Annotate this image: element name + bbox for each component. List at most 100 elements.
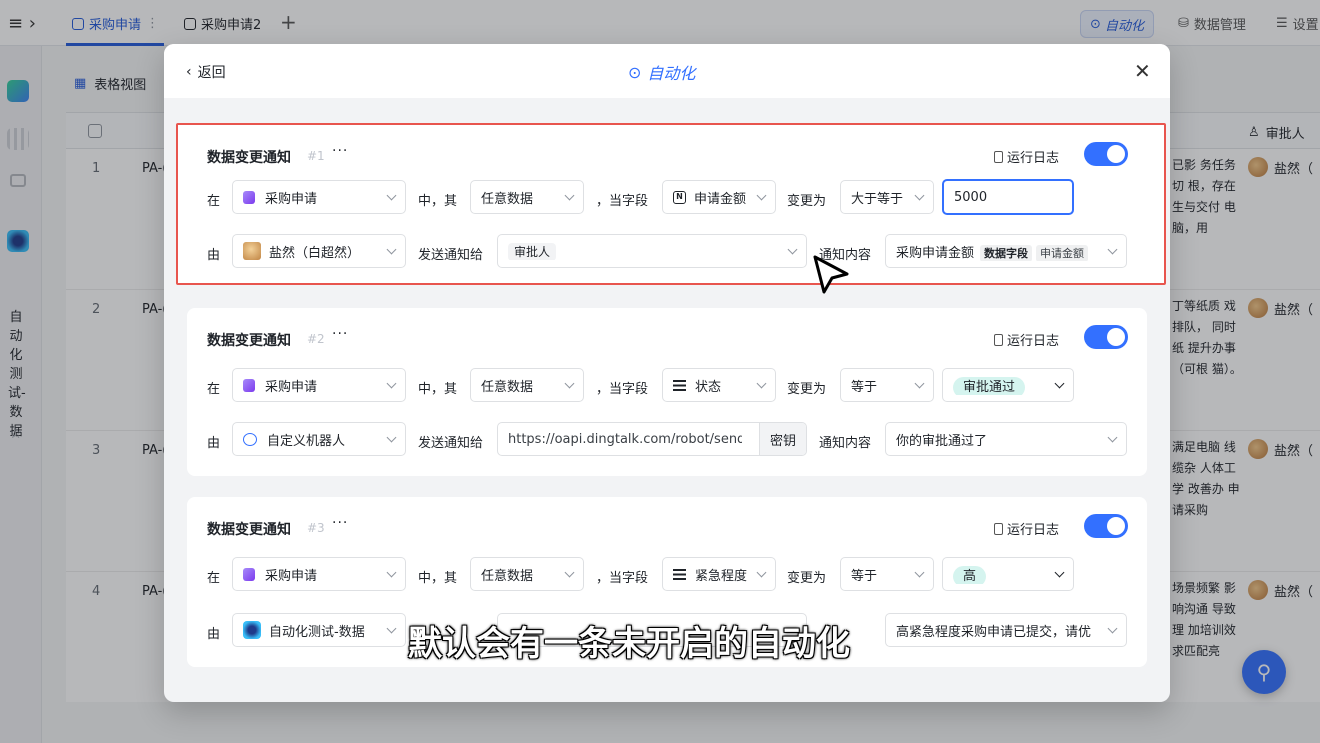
rule-enable-toggle[interactable] [1084, 142, 1128, 166]
app-icon [243, 621, 261, 639]
list-icon [673, 379, 686, 391]
field-label: ，当字段 [596, 382, 649, 397]
chevron-down-icon [756, 567, 767, 577]
by-label: 由 [207, 436, 221, 451]
chevron-down-icon [914, 567, 925, 577]
list-icon [673, 568, 686, 580]
operator-select[interactable]: 等于 [840, 368, 934, 402]
in-label: 在 [207, 194, 221, 209]
chevron-down-icon [564, 378, 575, 388]
modal-header: ‹ 返回 ⊙ 自动化 ✕ [164, 44, 1170, 98]
urgency-option-tag: 高 [953, 565, 987, 584]
chevron-down-icon [386, 623, 397, 633]
automation-icon: ⊙ [628, 62, 642, 82]
more-icon[interactable]: ··· [332, 143, 348, 159]
chevron-down-icon [914, 378, 925, 388]
field-select[interactable]: 状态 [662, 368, 776, 402]
chevron-down-icon [1107, 432, 1118, 442]
mouse-cursor-icon [813, 255, 849, 294]
chevron-left-icon: ‹ [186, 64, 192, 80]
data-field-badge: 数据字段 [980, 244, 1033, 261]
secret-button[interactable]: 密钥 [758, 423, 806, 455]
table-icon [243, 190, 255, 204]
rule-title: 数据变更通知 [207, 522, 291, 538]
table-select[interactable]: 采购申请 [232, 368, 406, 402]
run-log-button[interactable]: 运行日志 [994, 147, 1059, 166]
chevron-down-icon [386, 378, 397, 388]
rule-title: 数据变更通知 [207, 333, 291, 349]
close-icon[interactable]: ✕ [1134, 59, 1151, 83]
modal-title: ⊙ 自动化 [628, 62, 696, 84]
scope-select[interactable]: 任意数据 [470, 368, 584, 402]
table-select[interactable]: 采购申请 [232, 180, 406, 214]
field-label: ，当字段 [596, 194, 649, 209]
mid-label: 中，其 [418, 571, 458, 586]
change-label: 变更为 [787, 194, 827, 209]
automation-modal: ‹ 返回 ⊙ 自动化 ✕ 数据变更通知 #1 ··· 运行日志 在 采购申请 中… [164, 44, 1170, 702]
chevron-down-icon [386, 190, 397, 200]
mid-label: 中，其 [418, 194, 458, 209]
automation-rule-card: 数据变更通知 #2 ··· 运行日志 在 采购申请 中，其 任意数据 ，当字段 … [187, 308, 1147, 476]
run-log-button[interactable]: 运行日志 [994, 519, 1059, 538]
number-field-icon: N [673, 190, 686, 204]
rule-enable-toggle[interactable] [1084, 325, 1128, 349]
chevron-down-icon [564, 567, 575, 577]
chevron-down-icon [756, 378, 767, 388]
sender-select[interactable]: 自动化测试-数据 [232, 613, 406, 647]
back-button[interactable]: ‹ 返回 [186, 62, 226, 82]
scope-select[interactable]: 任意数据 [470, 180, 584, 214]
field-select[interactable]: N 申请金额 [662, 180, 776, 214]
rule-enable-toggle[interactable] [1084, 514, 1128, 538]
by-label: 由 [207, 248, 221, 263]
value-input[interactable]: 5000 [942, 179, 1074, 215]
operator-select[interactable]: 大于等于 [840, 180, 934, 214]
content-select[interactable]: 采购申请金额 数据字段 申请金额 [885, 234, 1127, 268]
chevron-down-icon [564, 190, 575, 200]
by-label: 由 [207, 627, 221, 642]
scope-select[interactable]: 任意数据 [470, 557, 584, 591]
table-icon [243, 378, 255, 392]
rule-number: #1 [307, 149, 325, 163]
sender-select[interactable]: 盐然（白超然） [232, 234, 406, 268]
field-name-badge: 申请金额 [1036, 244, 1089, 261]
table-select[interactable]: 采购申请 [232, 557, 406, 591]
sender-select[interactable]: 自定义机器人 [232, 422, 406, 456]
run-log-button[interactable]: 运行日志 [994, 330, 1059, 349]
chevron-down-icon [787, 244, 798, 254]
rule-number: #2 [307, 332, 325, 346]
mid-label: 中，其 [418, 382, 458, 397]
video-subtitle: 默认会有一条未开启的自动化 [408, 624, 850, 664]
content-label: 通知内容 [819, 436, 872, 451]
change-label: 变更为 [787, 382, 827, 397]
value-select[interactable]: 审批通过 [942, 368, 1074, 402]
change-label: 变更为 [787, 571, 827, 586]
more-icon[interactable]: ··· [332, 515, 348, 531]
chevron-down-icon [386, 244, 397, 254]
send-to-label: 发送通知给 [418, 248, 484, 263]
more-icon[interactable]: ··· [332, 326, 348, 342]
value-select[interactable]: 高 [942, 557, 1074, 591]
content-select[interactable]: 高紧急程度采购申请已提交，请优 [885, 613, 1127, 647]
clipboard-icon [994, 522, 1003, 535]
automation-rule-card: 数据变更通知 #1 ··· 运行日志 在 采购申请 中，其 任意数据 ，当字段 … [176, 123, 1166, 285]
recipient-select[interactable]: 审批人 [497, 234, 807, 268]
chevron-down-icon [1054, 378, 1065, 388]
chevron-down-icon [386, 432, 397, 442]
chevron-down-icon [386, 567, 397, 577]
field-select[interactable]: 紧急程度 [662, 557, 776, 591]
operator-select[interactable]: 等于 [840, 557, 934, 591]
status-option-tag: 审批通过 [953, 376, 1026, 395]
table-icon [243, 567, 255, 581]
webhook-url-input[interactable]: https://oapi.dingtalk.com/robot/send?ac 密… [497, 422, 807, 456]
chevron-down-icon [1054, 567, 1065, 577]
field-label: ，当字段 [596, 571, 649, 586]
clipboard-icon [994, 150, 1003, 163]
in-label: 在 [207, 571, 221, 586]
robot-icon [243, 432, 257, 446]
recipient-tag: 审批人 [508, 242, 557, 260]
content-select[interactable]: 你的审批通过了 [885, 422, 1127, 456]
chevron-down-icon [756, 190, 767, 200]
send-to-label: 发送通知给 [418, 436, 484, 451]
avatar [243, 242, 261, 260]
chevron-down-icon [1107, 623, 1118, 633]
